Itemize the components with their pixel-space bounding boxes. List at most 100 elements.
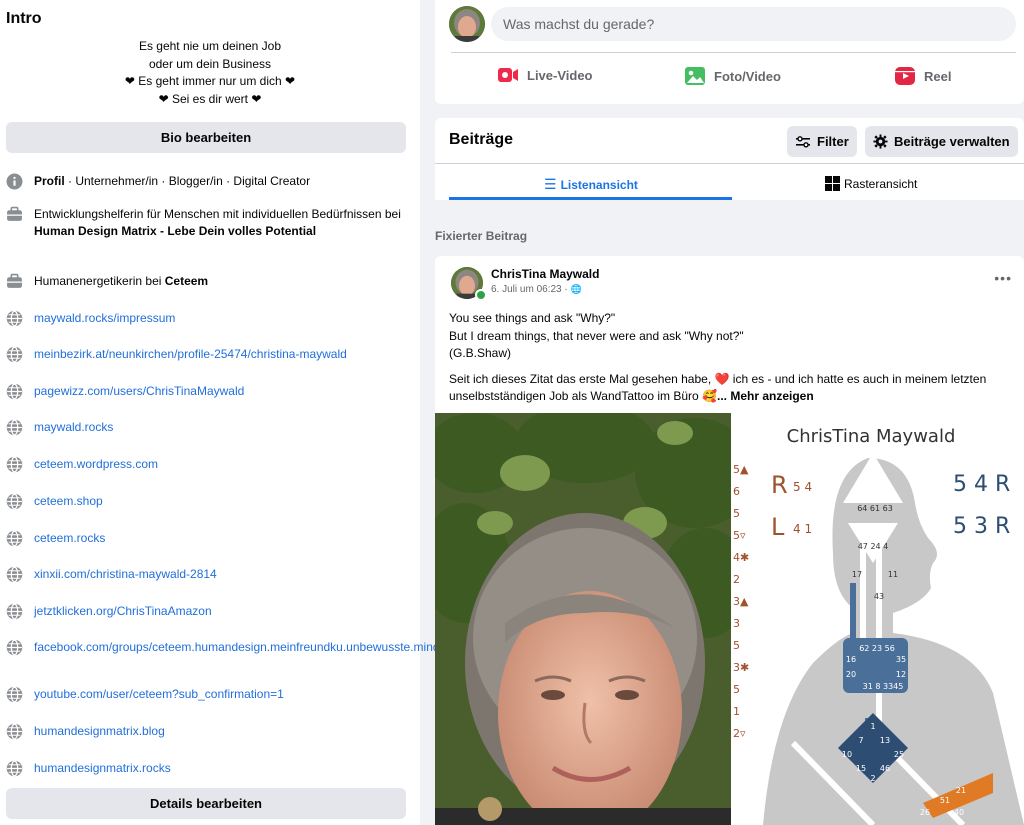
website-link[interactable]: ceteem.shop	[34, 493, 103, 510]
bio-line: Es geht nie um deinen Job	[138, 39, 282, 53]
globe-icon	[6, 419, 23, 436]
manage-posts-button[interactable]: Beiträge verwalten	[865, 126, 1018, 157]
reel-icon	[895, 67, 915, 85]
work-company[interactable]: Ceteem	[165, 274, 208, 288]
variable-column-value: 5	[733, 507, 740, 520]
gate-label: 2	[870, 774, 875, 783]
intro-link-item: ceteem.rocks	[6, 530, 411, 547]
globe-icon	[6, 760, 23, 777]
bio-line: oder um dein Business	[148, 56, 272, 71]
pinned-post-label: Fixierter Beitrag	[435, 229, 528, 243]
reel-label: Reel	[924, 68, 952, 84]
website-link[interactable]: humandesignmatrix.blog	[34, 723, 165, 740]
globe-icon	[6, 723, 23, 740]
website-link[interactable]: facebook.com/groups/ceteem.humandesign.m…	[34, 639, 456, 656]
post-timestamp[interactable]: 6. Juli um 06:23 · 🌐	[491, 284, 582, 295]
intro-link-item: ceteem.wordpress.com	[6, 456, 411, 473]
gate-label: 12	[896, 670, 906, 679]
variable-column-value: 6	[733, 485, 740, 498]
edit-details-button[interactable]: Details bearbeiten	[6, 788, 406, 819]
intro-card: Intro Es geht nie um deinen Job oder um …	[0, 0, 456, 825]
website-link[interactable]: maywald.rocks/impressum	[34, 310, 175, 327]
intro-link-item: pagewizz.com/users/ChrisTinaMaywald	[6, 383, 411, 400]
profile-photo	[449, 6, 485, 42]
smiling-hearts-emoji-icon: 🥰	[702, 389, 717, 403]
gate-label: 25	[894, 750, 904, 759]
gate-label: 7	[858, 736, 863, 745]
posts-title: Beiträge	[449, 131, 514, 148]
gate-label: 13	[880, 736, 890, 745]
gate-label: 35	[896, 655, 906, 664]
website-link[interactable]: jetztklicken.org/ChrisTinaAmazon	[34, 603, 212, 620]
website-link[interactable]: ceteem.wordpress.com	[34, 456, 158, 473]
intro-link-item: meinbezirk.at/neunkirchen/profile-25474/…	[6, 346, 411, 363]
bio-line: ❤ Es geht immer nur um dich ❤	[124, 74, 296, 88]
intro-link-item: jetztklicken.org/ChrisTinaAmazon	[6, 603, 411, 620]
status-input[interactable]: Was machst du gerade?	[491, 7, 1016, 41]
photo-video-label: Foto/Video	[714, 68, 781, 84]
variable-letter: 5 3 R	[953, 514, 1010, 539]
post-author[interactable]: ChrisTina Maywald	[491, 267, 599, 281]
website-link[interactable]: maywald.rocks	[34, 419, 113, 436]
post-body-part: Seit ich dieses Zitat das erste Mal gese…	[449, 371, 715, 386]
posts-header-card: Beiträge Filter Beiträge verwalten ☰ Lis…	[435, 118, 1024, 200]
gate-label: 15	[856, 764, 866, 773]
post-options-button[interactable]: •••	[994, 270, 1012, 286]
heart-emoji-icon: ❤️	[714, 371, 730, 386]
see-more-link[interactable]: ... Mehr anzeigen	[717, 389, 814, 403]
variable-column-value: 5▲	[733, 463, 749, 476]
pinned-post: ChrisTina Maywald 6. Juli um 06:23 · 🌐 •…	[435, 256, 1024, 825]
gate-label: 11	[888, 570, 898, 579]
post-photo-portrait[interactable]	[435, 413, 731, 825]
globe-icon	[6, 686, 23, 703]
reel-button[interactable]: Reel	[894, 66, 951, 86]
website-link[interactable]: pagewizz.com/users/ChrisTinaMaywald	[34, 383, 244, 400]
variable-column-value: 2▿	[733, 727, 746, 740]
divider	[435, 163, 1024, 164]
bodygraph-image: ChrisTina Maywald 64 61 63 47 24 4 17 11…	[733, 413, 1024, 825]
gate-label: 46	[880, 764, 890, 773]
live-video-icon	[498, 68, 518, 82]
work-text: Humanenergetikerin bei	[34, 274, 165, 288]
variable-column-value: 4✱	[733, 551, 749, 564]
website-link[interactable]: humandesignmatrix.rocks	[34, 760, 171, 777]
variable-letter: L	[771, 513, 785, 541]
briefcase-icon	[7, 206, 22, 221]
post-photo-bodygraph[interactable]: ChrisTina Maywald 64 61 63 47 24 4 17 11…	[733, 413, 1024, 825]
tab-grid-view[interactable]: Rasteransicht	[825, 176, 917, 191]
globe-icon	[6, 566, 23, 583]
variable-number: 4 1	[793, 522, 812, 536]
filter-button[interactable]: Filter	[787, 126, 857, 157]
globe-icon	[6, 310, 23, 327]
intro-profile-item: Profil · Unternehmer/in · Blogger/in · D…	[6, 173, 411, 190]
briefcase-icon	[7, 273, 22, 288]
variable-column-value: 2	[733, 573, 740, 586]
photo-video-button[interactable]: Foto/Video	[684, 66, 781, 86]
globe-icon	[6, 530, 23, 547]
tab-list-view[interactable]: ☰ Listenansicht	[544, 176, 638, 193]
website-link[interactable]: ceteem.rocks	[34, 530, 105, 547]
avatar[interactable]	[449, 6, 485, 42]
work-company[interactable]: Human Design Matrix - Lebe Dein volles P…	[34, 224, 316, 238]
gate-label: 21	[956, 786, 966, 795]
website-link[interactable]: meinbezirk.at/neunkirchen/profile-25474/…	[34, 346, 347, 363]
variable-number: 5 4	[793, 480, 812, 494]
live-video-button[interactable]: Live-Video	[497, 66, 593, 84]
post-composer: Was machst du gerade? Live-Video Foto/Vi…	[435, 0, 1024, 104]
globe-icon	[6, 493, 23, 510]
intro-link-item: maywald.rocks	[6, 419, 411, 436]
online-status-dot	[475, 289, 487, 301]
edit-bio-button[interactable]: Bio bearbeiten	[6, 122, 406, 153]
intro-link-item: humandesignmatrix.rocks	[6, 760, 411, 777]
variable-column-value: 3▲	[733, 595, 749, 608]
gate-label: 17	[852, 570, 862, 579]
gate-label: 40	[954, 808, 964, 817]
manage-posts-label: Beiträge verwalten	[894, 134, 1010, 149]
info-icon	[6, 173, 23, 190]
list-icon: ☰	[544, 176, 557, 192]
bodygraph-title: ChrisTina Maywald	[787, 426, 956, 447]
ajna-gates: 47 24 4	[858, 542, 889, 551]
website-link[interactable]: xinxii.com/christina-maywald-2814	[34, 566, 217, 583]
filter-icon	[796, 135, 810, 148]
website-link[interactable]: youtube.com/user/ceteem?sub_confirmation…	[34, 686, 284, 703]
